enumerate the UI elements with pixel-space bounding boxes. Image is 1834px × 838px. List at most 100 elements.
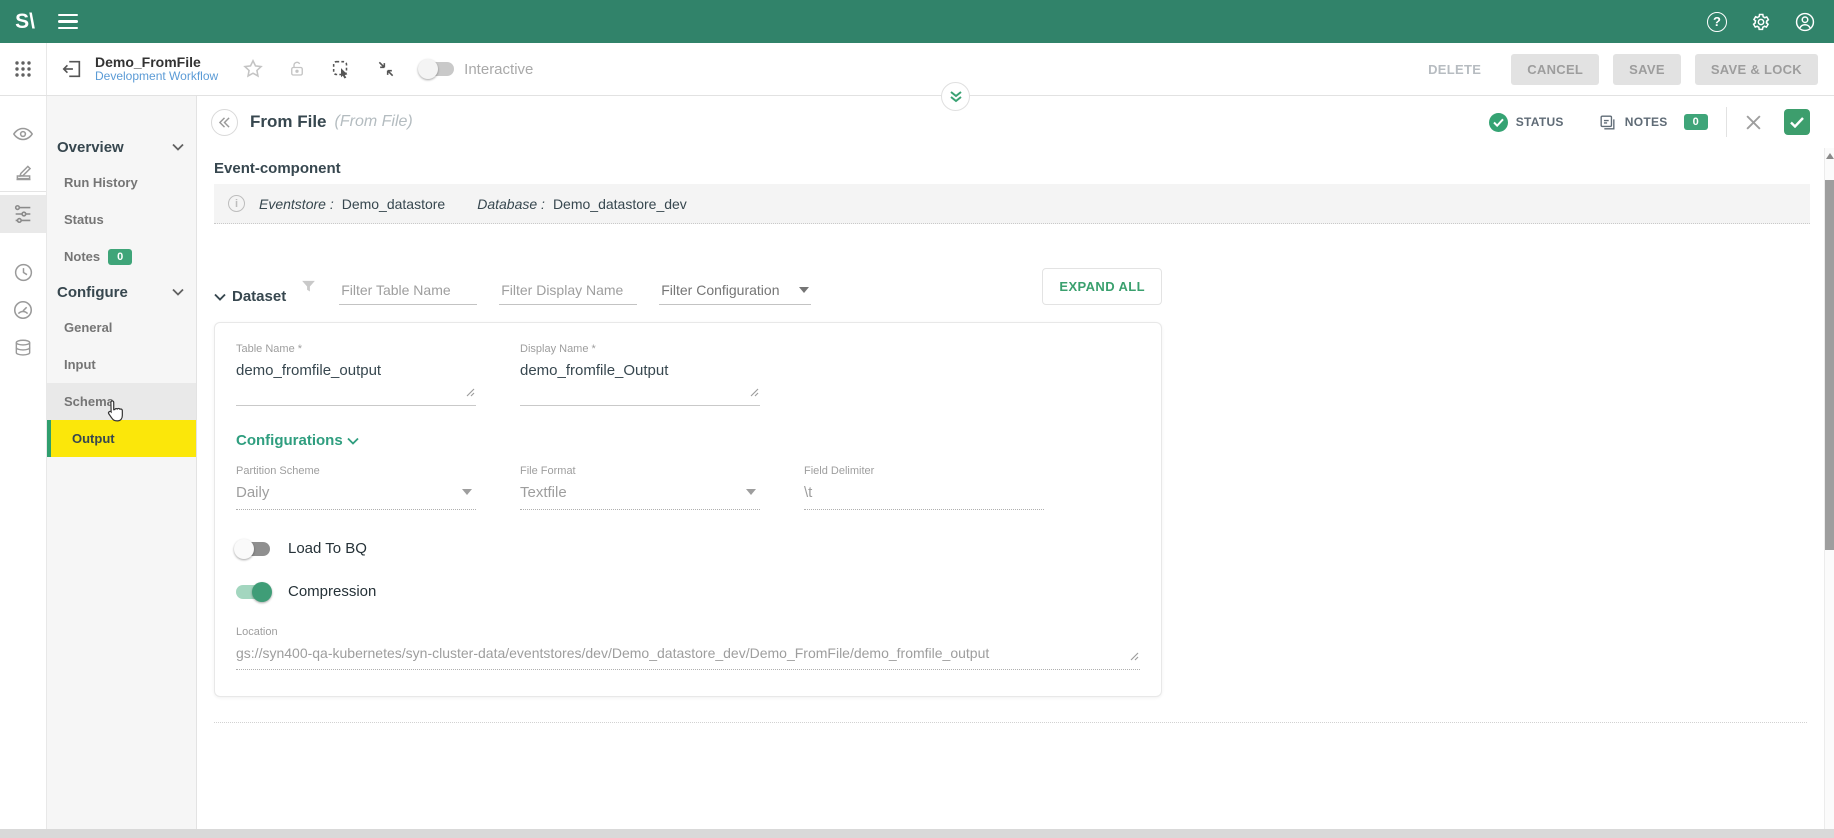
location-field[interactable]: Location gs://syn400-qa-kubernetes/syn-c… (236, 626, 1140, 670)
partition-scheme-value: Daily (236, 484, 476, 501)
edit-draft-icon[interactable] (0, 153, 46, 191)
collapse-left-icon[interactable] (211, 109, 238, 136)
sidebar-item-run-history[interactable]: Run History (47, 164, 196, 201)
brand-logo: S\ (0, 10, 50, 34)
component-subtitle: (From File) (335, 113, 413, 131)
filter-configuration-select[interactable]: Filter Configuration (659, 278, 811, 305)
file-format-value: Textfile (520, 484, 760, 501)
save-button[interactable]: SAVE (1613, 54, 1681, 85)
header-divider (1726, 107, 1727, 137)
workflow-toolbar: Demo_FromFile Development Workflow Inter… (0, 43, 1834, 96)
scroll-up-arrow-icon[interactable] (1826, 153, 1834, 159)
chevron-down-icon (214, 293, 226, 301)
section-divider (214, 722, 1807, 723)
sidebar-item-input[interactable]: Input (47, 346, 196, 383)
lock-icon[interactable] (288, 60, 306, 78)
scrollbar-thumb[interactable] (1825, 180, 1834, 550)
chevron-down-icon (462, 489, 472, 495)
compression-label: Compression (288, 583, 376, 600)
delete-button[interactable]: DELETE (1412, 54, 1497, 85)
left-icon-rail (0, 96, 47, 829)
location-value: gs://syn400-qa-kubernetes/syn-cluster-da… (236, 645, 1140, 661)
dataset-filter-row: Dataset Filter Configuration EXPAND ALL (214, 268, 1162, 305)
chevron-down-icon (746, 489, 756, 495)
chevron-down-icon (799, 287, 809, 293)
favorite-star-icon[interactable] (242, 58, 264, 80)
load-to-bq-toggle[interactable] (236, 542, 270, 556)
pipeline-config-icon[interactable] (0, 195, 46, 233)
status-check-icon (1489, 113, 1508, 132)
select-components-icon[interactable] (330, 58, 352, 80)
dashboard-gauge-icon[interactable] (0, 291, 46, 329)
eventstore-info-bar: i Eventstore : Demo_datastore Database :… (214, 184, 1810, 224)
expand-all-button[interactable]: EXPAND ALL (1042, 268, 1162, 305)
database-stack-icon[interactable] (0, 329, 46, 367)
filter-display-name-input[interactable] (499, 278, 637, 305)
rail-divider (0, 191, 46, 192)
display-name-field[interactable]: Display Name * demo_fromfile_Output (520, 343, 760, 406)
resize-grip-icon[interactable] (1130, 648, 1139, 666)
history-clock-icon[interactable] (0, 253, 46, 291)
notes-count-badge: 0 (1684, 114, 1708, 130)
exit-workflow-icon[interactable] (61, 58, 83, 80)
dataset-config-card: Table Name * demo_fromfile_output Displa… (214, 322, 1162, 697)
sidebar-item-status[interactable]: Status (47, 201, 196, 238)
component-panel-header: From File (From File) STATUS NOTES 0 (197, 96, 1834, 148)
cancel-button[interactable]: CANCEL (1511, 54, 1599, 85)
settings-gear-icon[interactable] (1750, 11, 1772, 33)
field-delimiter-value: \t (804, 484, 1044, 501)
field-delimiter-field[interactable]: Field Delimiter \t (804, 465, 1044, 510)
display-name-value[interactable]: demo_fromfile_Output (520, 362, 760, 379)
help-icon[interactable]: ? (1706, 11, 1728, 33)
chevron-down-icon (347, 437, 359, 445)
component-checked-checkbox[interactable] (1784, 109, 1810, 135)
apps-grid-icon[interactable] (0, 43, 47, 95)
interactive-toggle-label: Interactive (464, 61, 533, 78)
sidebar-item-general[interactable]: General (47, 309, 196, 346)
horizontal-scrollbar[interactable] (0, 829, 1834, 838)
sidebar-section-configure[interactable]: Configure (47, 275, 196, 309)
vertical-scrollbar[interactable] (1824, 148, 1834, 829)
save-lock-button[interactable]: SAVE & LOCK (1695, 54, 1818, 85)
filter-funnel-icon[interactable] (300, 278, 317, 295)
compression-toggle[interactable] (236, 585, 270, 599)
field-delimiter-label: Field Delimiter (804, 465, 1044, 477)
table-name-value[interactable]: demo_fromfile_output (236, 362, 476, 379)
collapse-arrows-icon[interactable] (376, 59, 396, 79)
workflow-subtitle[interactable]: Development Workflow (95, 70, 218, 84)
resize-grip-icon[interactable] (750, 384, 759, 402)
component-title: From File (250, 112, 327, 132)
partition-scheme-label: Partition Scheme (236, 465, 476, 477)
filter-table-name-input[interactable] (339, 278, 477, 305)
visibility-eye-icon[interactable] (0, 115, 46, 153)
info-icon: i (228, 195, 245, 212)
file-format-select[interactable]: File Format Textfile (520, 465, 760, 510)
close-icon[interactable] (1745, 114, 1762, 131)
hamburger-menu-icon[interactable] (58, 14, 78, 30)
sidebar-item-schema[interactable]: Schema (47, 383, 196, 420)
account-icon[interactable] (1794, 11, 1816, 33)
display-name-label: Display Name * (520, 343, 760, 355)
database-value: Demo_datastore_dev (553, 196, 687, 212)
table-name-field[interactable]: Table Name * demo_fromfile_output (236, 343, 476, 406)
app-window: S\ ? Demo_FromFile Development Workflow (0, 0, 1834, 838)
status-button[interactable]: STATUS (1489, 113, 1564, 132)
dataset-collapse-toggle[interactable]: Dataset (214, 288, 286, 305)
component-panel: From File (From File) STATUS NOTES 0 (197, 96, 1834, 829)
sidebar-section-overview[interactable]: Overview (47, 130, 196, 164)
configurations-toggle[interactable]: Configurations (236, 432, 1140, 449)
partition-scheme-select[interactable]: Partition Scheme Daily (236, 465, 476, 510)
panel-collapse-chevron[interactable] (941, 82, 970, 111)
sidebar-item-notes[interactable]: Notes 0 (47, 238, 196, 275)
eventstore-label: Eventstore : (259, 196, 334, 212)
workflow-title: Demo_FromFile (95, 54, 218, 70)
load-to-bq-label: Load To BQ (288, 540, 367, 557)
interactive-toggle[interactable] (420, 62, 454, 76)
eventstore-value: Demo_datastore (342, 196, 446, 212)
resize-grip-icon[interactable] (466, 384, 475, 402)
sidebar-item-output[interactable]: Output (47, 420, 196, 457)
config-sidebar: Overview Run History Status Notes 0 Conf… (47, 96, 197, 829)
app-top-bar: S\ ? (0, 0, 1834, 43)
table-name-label: Table Name * (236, 343, 476, 355)
notes-button[interactable]: NOTES 0 (1598, 113, 1708, 132)
